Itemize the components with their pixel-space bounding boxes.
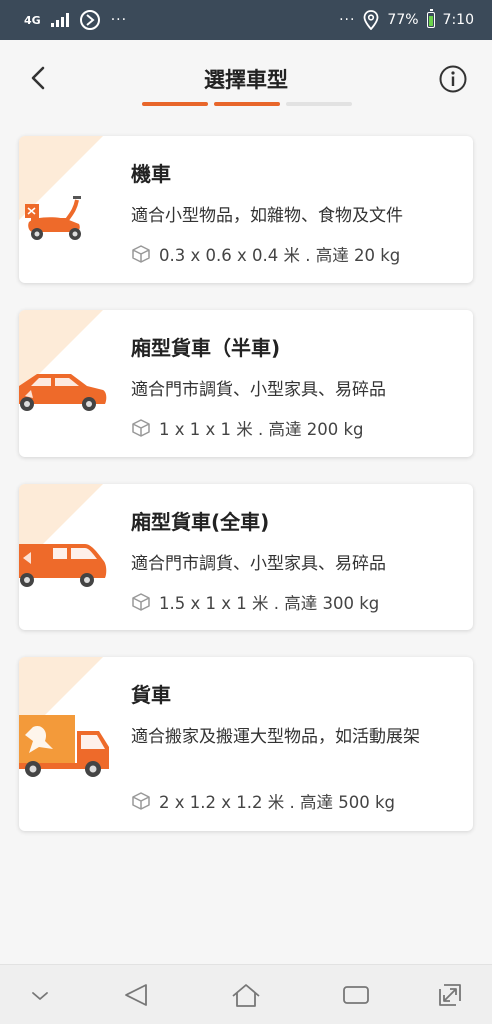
home-icon[interactable]	[230, 979, 262, 1011]
vehicle-description: 適合門市調貨、小型家具、易碎品	[131, 380, 386, 400]
van-icon	[19, 544, 107, 587]
expand-icon[interactable]	[434, 979, 466, 1011]
vehicle-spec-text: 0.3 x 0.6 x 0.4 米 . 高達 20 kg	[159, 246, 401, 265]
vehicle-name: 貨車	[131, 683, 171, 707]
progress-step-1	[142, 102, 208, 106]
vehicle-card-truck[interactable]: 貨車 適合搬家及搬運大型物品，如活動展架 2 x 1.2 x 1.2 米 . 高…	[19, 657, 473, 831]
vehicle-name: 廂型貨車（半車)	[131, 336, 281, 360]
vehicle-spec-text: 1.5 x 1 x 1 米 . 高達 300 kg	[159, 594, 380, 613]
recents-icon[interactable]	[340, 979, 372, 1011]
network-type: 4G	[24, 13, 41, 27]
vehicle-description: 適合搬家及搬運大型物品，如活動展架	[131, 727, 420, 747]
vehicle-name: 機車	[131, 162, 171, 186]
battery-icon	[426, 9, 435, 28]
box-icon	[132, 245, 150, 263]
step-progress	[142, 102, 352, 106]
vehicle-spec: 1 x 1 x 1 米 . 高達 200 kg	[131, 416, 364, 440]
vehicle-spec: 1.5 x 1 x 1 米 . 高達 300 kg	[131, 590, 379, 614]
box-icon	[132, 419, 150, 437]
truck-icon	[19, 715, 109, 777]
header: 選擇車型	[0, 40, 492, 130]
progress-step-3	[286, 102, 352, 106]
status-bar: 4G ··· ··· 77% 7:10	[0, 0, 492, 40]
vehicle-description: 適合小型物品，如雜物、食物及文件	[131, 206, 403, 226]
progress-step-2	[214, 102, 280, 106]
back-triangle-icon[interactable]	[120, 979, 152, 1011]
system-nav-bar	[0, 964, 492, 1024]
car-icon	[19, 374, 107, 411]
vehicle-card-scooter[interactable]: 機車 適合小型物品，如雜物、食物及文件 0.3 x 0.6 x 0.4 米 . …	[19, 136, 473, 283]
data-saver-icon	[79, 10, 100, 30]
battery-percent: 77%	[387, 12, 419, 28]
vehicle-name: 廂型貨車(全車)	[131, 510, 270, 534]
vehicle-spec-text: 2 x 1.2 x 1.2 米 . 高達 500 kg	[159, 793, 395, 812]
vehicle-card-full-van[interactable]: 廂型貨車(全車) 適合門市調貨、小型家具、易碎品 1.5 x 1 x 1 米 .…	[19, 484, 473, 630]
vehicle-description: 適合門市調貨、小型家具、易碎品	[131, 554, 386, 574]
info-icon[interactable]	[438, 64, 468, 94]
vehicle-spec: 2 x 1.2 x 1.2 米 . 高達 500 kg	[131, 789, 395, 813]
clock: 7:10	[442, 12, 474, 28]
location-icon	[364, 10, 379, 30]
status-dots-right: ···	[339, 12, 356, 28]
box-icon	[132, 593, 150, 611]
signal-icon	[50, 13, 69, 27]
chevron-down-icon[interactable]	[24, 979, 56, 1011]
vehicle-card-half-van[interactable]: 廂型貨車（半車) 適合門市調貨、小型家具、易碎品 1 x 1 x 1 米 . 高…	[19, 310, 473, 457]
scooter-icon	[25, 196, 81, 240]
vehicle-spec: 0.3 x 0.6 x 0.4 米 . 高達 20 kg	[131, 242, 400, 266]
page-title: 選擇車型	[204, 68, 288, 92]
box-icon	[132, 792, 150, 810]
vehicle-spec-text: 1 x 1 x 1 米 . 高達 200 kg	[159, 420, 364, 439]
status-dots-left: ···	[110, 12, 128, 28]
